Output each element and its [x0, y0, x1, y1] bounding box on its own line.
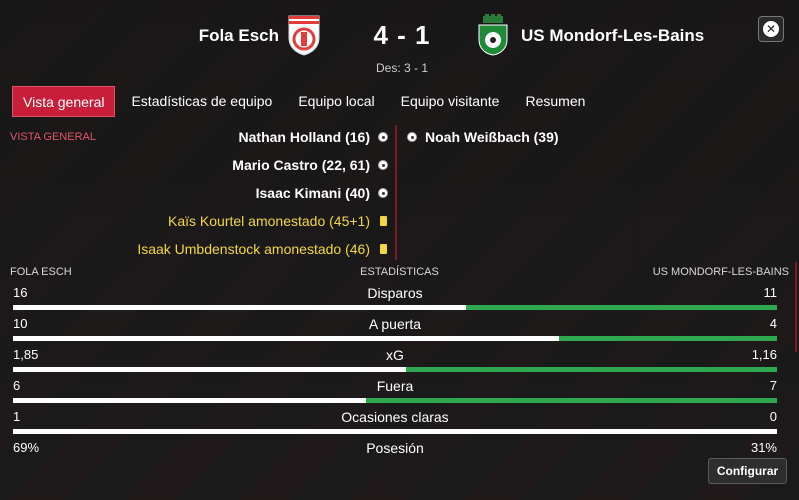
stat-label: Fuera — [376, 378, 414, 394]
panel-edge-accent — [795, 262, 797, 352]
stats-header: FOLA ESCH ESTADÍSTICAS US MONDORF-LES-BA… — [10, 266, 789, 282]
close-button[interactable]: ✕ — [758, 16, 784, 42]
stat-row-xg: 1,85 xG 1,16 — [13, 347, 777, 378]
match-header: Fola Esch 4 - 1 Des: 3 - 1 US Mondorf-Le… — [0, 0, 799, 82]
stat-bar — [13, 429, 777, 434]
ball-icon — [376, 188, 390, 198]
stat-bar — [13, 398, 777, 403]
home-event-yellow-card: Isaak Umbdenstock amonestado (46) — [100, 235, 390, 263]
ball-icon — [376, 132, 390, 142]
tab-resumen[interactable]: Resumen — [515, 86, 595, 117]
fola-esch-crest-icon — [288, 15, 320, 56]
stat-away-value: 4 — [769, 316, 777, 331]
home-events-list: Nathan Holland (16) Mario Castro (22, 61… — [100, 123, 390, 263]
stat-row-a-puerta: 10 A puerta 4 — [13, 316, 777, 347]
tab-equipo-local[interactable]: Equipo local — [288, 86, 384, 117]
home-event-yellow-card: Kaïs Kourtel amonestado (45+1) — [100, 207, 390, 235]
home-team-name: Fola Esch — [198, 26, 279, 45]
stat-row-fuera: 6 Fuera 7 — [13, 378, 777, 409]
tab-bar: Vista general Estadísticas de equipo Equ… — [12, 86, 601, 117]
stat-away-value: 0 — [769, 409, 777, 424]
us-mondorf-crest-icon — [478, 14, 508, 56]
event-text[interactable]: Mario Castro (22, 61) — [232, 157, 370, 173]
event-text[interactable]: Isaak Umbdenstock amonestado (46) — [137, 241, 370, 257]
stat-bar-away-fill — [466, 305, 777, 310]
tab-estadisticas-equipo[interactable]: Estadísticas de equipo — [121, 86, 282, 117]
stat-label: Posesión — [366, 440, 424, 456]
stats-away-team: US MONDORF-LES-BAINS — [652, 266, 789, 278]
away-team-name: US Mondorf-Les-Bains — [521, 26, 705, 45]
away-events-list: Noah Weißbach (39) — [405, 123, 705, 151]
event-text[interactable]: Nathan Holland (16) — [239, 129, 370, 145]
yellow-card-icon — [376, 244, 390, 254]
event-text[interactable]: Noah Weißbach (39) — [425, 129, 559, 145]
events-divider — [395, 125, 397, 260]
stat-away-value: 11 — [763, 285, 778, 300]
home-event-goal: Nathan Holland (16) — [100, 123, 390, 151]
stat-bar-away-fill — [558, 336, 777, 341]
stat-bar-away-fill — [406, 367, 777, 372]
stat-row-ocasiones-claras: 1 Ocasiones claras 0 — [13, 409, 777, 440]
home-event-goal: Mario Castro (22, 61) — [100, 151, 390, 179]
stat-row-disparos: 16 Disparos 11 — [13, 285, 777, 316]
stat-away-value: 1,16 — [751, 347, 777, 362]
match-score: 4 - 1 — [373, 20, 431, 50]
home-event-goal: Isaac Kimani (40) — [100, 179, 390, 207]
stat-bar-away-fill — [365, 398, 777, 403]
event-text[interactable]: Kaïs Kourtel amonestado (45+1) — [168, 213, 370, 229]
event-text[interactable]: Isaac Kimani (40) — [256, 185, 370, 201]
close-icon: ✕ — [763, 21, 779, 37]
configure-button[interactable]: Configurar — [708, 458, 787, 484]
stat-row-posesion: 69% Posesión 31% — [13, 440, 777, 471]
stat-label: Ocasiones claras — [341, 409, 449, 425]
stat-bar — [13, 367, 777, 372]
stat-label: Disparos — [367, 285, 423, 301]
stat-away-value: 31% — [750, 440, 777, 455]
stat-label: A puerta — [368, 316, 422, 332]
away-event-goal: Noah Weißbach (39) — [405, 123, 705, 151]
tab-equipo-visitante[interactable]: Equipo visitante — [391, 86, 510, 117]
stat-away-value: 7 — [769, 378, 777, 393]
ball-icon — [405, 132, 419, 142]
ball-icon — [376, 160, 390, 170]
halftime-score: Des: 3 - 1 — [375, 61, 429, 75]
stat-label: xG — [386, 347, 404, 363]
overview-section-label: VISTA GENERAL — [10, 131, 96, 143]
stat-bar — [13, 336, 777, 341]
yellow-card-icon — [376, 216, 390, 226]
tab-vista-general[interactable]: Vista general — [12, 86, 116, 117]
stat-bar — [13, 305, 777, 310]
